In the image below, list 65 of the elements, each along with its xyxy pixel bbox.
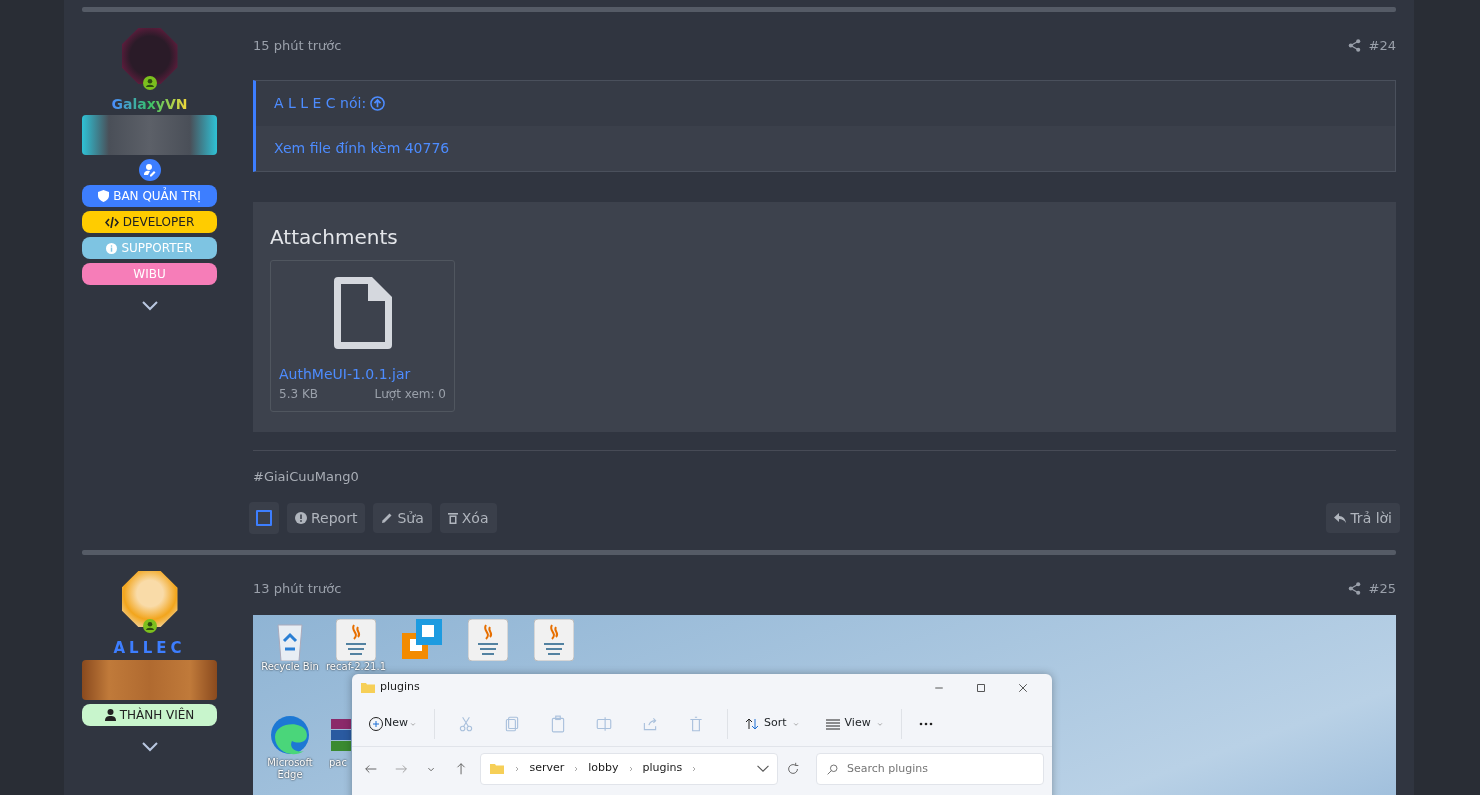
maximize-icon[interactable] — [975, 681, 987, 694]
post-number[interactable]: #25 — [1368, 579, 1396, 599]
warning-icon — [295, 512, 307, 524]
plus-circle-icon — [368, 715, 384, 732]
signature: #GiaiCuuMang0 — [253, 467, 360, 486]
user-badge: BAN QUẢN TRỊ — [82, 185, 217, 207]
edit-button[interactable]: Sửa — [373, 503, 432, 533]
breadcrumb-item[interactable]: plugins — [642, 760, 683, 777]
desktop-icon-label: recaf-2.21.1 — [325, 660, 387, 673]
user-badge: THÀNH VIÊN — [82, 703, 217, 726]
sort-button[interactable]: Sort — [744, 715, 801, 732]
pencil-icon — [381, 512, 394, 524]
window-title: plugins — [380, 679, 420, 696]
desktop-icon-label: pac — [329, 756, 347, 769]
address-bar[interactable]: server lobby plugins — [480, 752, 778, 785]
view-button[interactable]: View — [824, 715, 885, 732]
share-icon[interactable] — [1347, 582, 1361, 596]
new-button[interactable]: New — [368, 715, 418, 732]
chevron-down-icon[interactable] — [141, 741, 158, 752]
breadcrumb-item[interactable]: lobby — [588, 760, 619, 777]
avatar — [121, 571, 178, 627]
user-icon — [104, 708, 116, 721]
code-icon — [104, 216, 119, 228]
trash-icon — [447, 512, 458, 524]
info-icon — [106, 242, 118, 254]
swirl-icon — [270, 714, 310, 757]
user-badge: WIBU — [82, 263, 217, 285]
file-views: Lượt xem: 0 — [374, 385, 446, 403]
breadcrumb-item[interactable]: server — [529, 760, 565, 777]
reply-button[interactable]: Trả lời — [1326, 503, 1400, 533]
quote-author[interactable]: A L L E C nói: — [274, 92, 367, 114]
attachments-title: Attachments — [270, 223, 399, 251]
post-time: 13 phút trước — [253, 580, 342, 598]
user-badge: SUPPORTER — [82, 237, 217, 259]
file-name[interactable]: AuthMeUI-1.0.1.jar — [279, 363, 446, 385]
desktop-icon-label: Microsoft Edge — [266, 756, 314, 781]
delete-button[interactable]: Xóa — [439, 503, 497, 533]
chevron-down-icon[interactable] — [141, 301, 158, 311]
java-cup-icon — [468, 618, 508, 661]
report-button[interactable]: Report — [287, 503, 366, 533]
refresh-icon[interactable] — [785, 760, 800, 777]
share-icon[interactable] — [1347, 39, 1361, 53]
select-button[interactable] — [249, 502, 279, 534]
dropdown-icon[interactable] — [756, 765, 769, 772]
attachment-link[interactable]: Xem file đính kèm 40776 — [274, 139, 450, 156]
file-size: 5.3 KB — [279, 385, 318, 403]
file-icon — [333, 276, 392, 349]
java-cup-icon — [336, 618, 376, 661]
avatar — [121, 28, 178, 84]
select-checkbox[interactable] — [256, 510, 272, 526]
online-status-icon — [142, 76, 157, 90]
close-icon[interactable] — [1017, 681, 1029, 694]
squares-icon — [402, 618, 442, 661]
post-number[interactable]: #24 — [1368, 36, 1396, 56]
shield-icon — [98, 190, 110, 202]
online-status-icon — [142, 619, 157, 633]
search-icon — [826, 762, 839, 776]
user-badge: DEVELOPER — [82, 211, 217, 233]
search-field[interactable]: Search plugins — [816, 752, 1044, 785]
post-time: 15 phút trước — [253, 37, 342, 55]
desktop-icon-label: Recycle Bin — [261, 660, 319, 673]
reply-arrow-icon — [1334, 513, 1347, 523]
arrow-up-circle-icon[interactable] — [370, 95, 386, 111]
username[interactable]: ALLEC — [113, 637, 186, 660]
java-cup-icon — [534, 618, 574, 661]
